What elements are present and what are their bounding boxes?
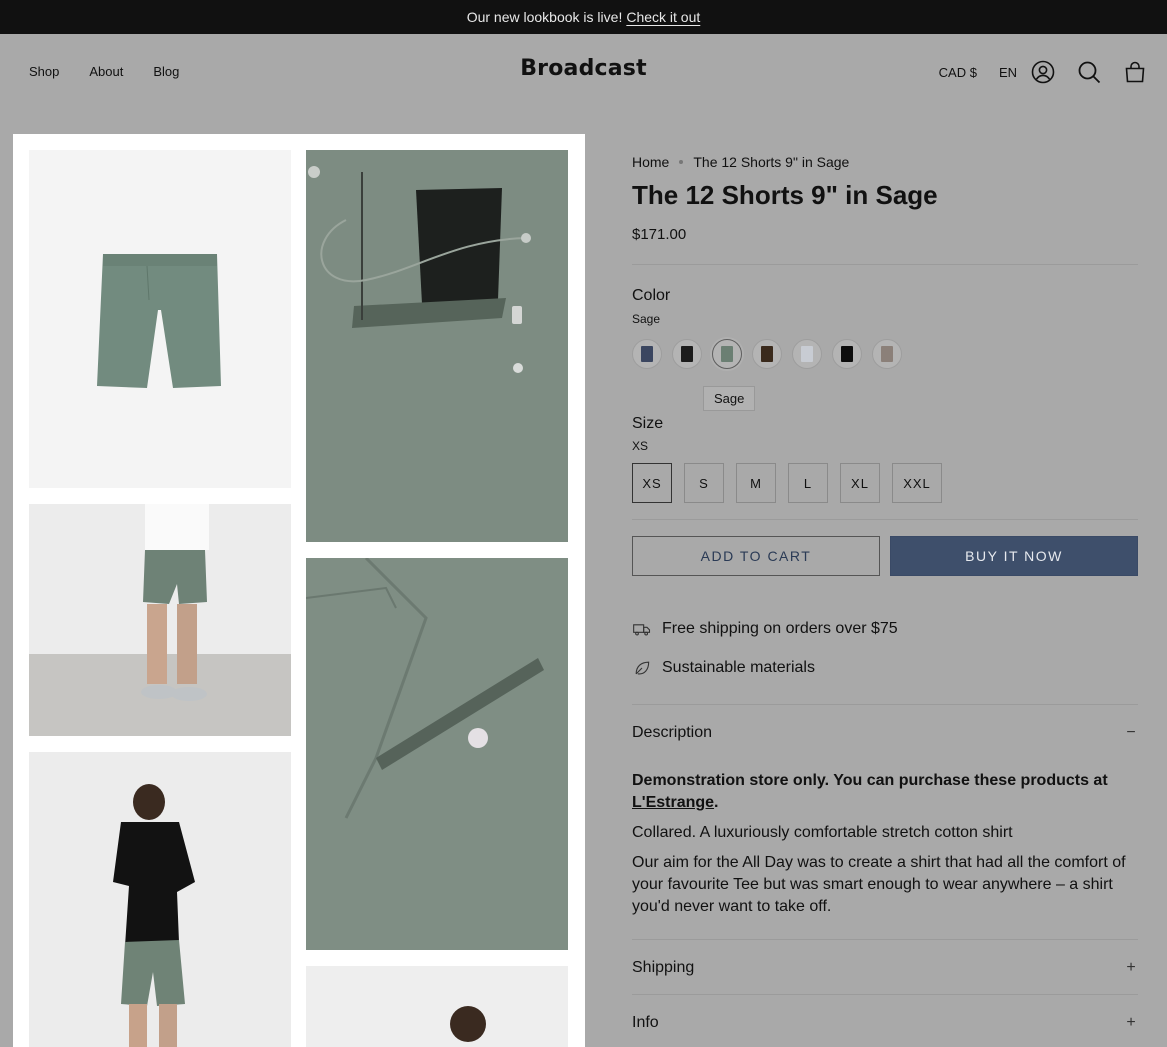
accordion-description-label: Description — [632, 724, 713, 741]
announcement-bar: Our new lookbook is live! Check it out — [0, 0, 1167, 34]
size-option-l[interactable]: L — [788, 463, 828, 503]
search-icon[interactable] — [1077, 60, 1101, 84]
breadcrumb-home[interactable]: Home — [632, 154, 669, 170]
cart-icon[interactable] — [1123, 60, 1147, 84]
header-utilities: CAD $ EN — [939, 60, 1147, 84]
description-notice-text: Demonstration store only. You can purcha… — [632, 772, 1108, 789]
size-option-s[interactable]: S — [684, 463, 724, 503]
truck-icon — [633, 624, 651, 636]
leaf-icon — [635, 661, 650, 675]
product-price: $171.00 — [632, 226, 687, 243]
announcement-text: Our new lookbook is live! — [466, 9, 623, 25]
product-image-back[interactable] — [29, 752, 291, 1047]
product-title: The 12 Shorts 9" in Sage — [632, 180, 938, 210]
description-notice: Demonstration store only. You can purcha… — [632, 770, 1138, 814]
breadcrumb-separator — [679, 160, 684, 164]
accordion-shipping-label: Shipping — [632, 959, 695, 976]
divider — [632, 994, 1138, 995]
product-image-detail-waist[interactable] — [306, 150, 568, 542]
accordion-info-label: Info — [632, 1014, 659, 1031]
add-to-cart-button[interactable]: ADD TO CART — [632, 536, 880, 576]
feature-sustainable: Sustainable materials — [632, 658, 815, 678]
minus-icon: − — [1126, 724, 1136, 741]
color-swatches — [632, 339, 902, 369]
swatch-charcoal[interactable] — [672, 339, 702, 369]
swatch-black[interactable] — [832, 339, 862, 369]
breadcrumb-current: The 12 Shorts 9" in Sage — [693, 154, 850, 170]
description-line-2: Collared. A luxuriously comfortable stre… — [632, 824, 1013, 841]
size-label: Size — [632, 415, 664, 432]
plus-icon: + — [1126, 1014, 1136, 1031]
currency-selector[interactable]: CAD $ — [939, 65, 977, 80]
divider — [632, 264, 1138, 265]
size-option-xs[interactable]: XS — [632, 463, 672, 503]
account-icon[interactable] — [1031, 60, 1055, 84]
size-option-xl[interactable]: XL — [840, 463, 880, 503]
product-image-detail-pocket[interactable] — [306, 558, 568, 950]
size-selected-value: XS — [632, 439, 649, 453]
size-option-xxl[interactable]: XXL — [892, 463, 942, 503]
product-image-side[interactable] — [29, 504, 291, 736]
color-selected-value: Sage — [632, 312, 661, 326]
swatch-navy[interactable] — [632, 339, 662, 369]
accordion-shipping[interactable]: Shipping + — [632, 959, 1138, 977]
product-gallery — [13, 134, 585, 1047]
swatch-taupe[interactable] — [872, 339, 902, 369]
feature-shipping: Free shipping on orders over $75 — [632, 619, 898, 639]
feature-sustainable-text: Sustainable materials — [662, 659, 815, 676]
description-store-link[interactable]: L'Estrange — [632, 794, 714, 811]
product-image-flat[interactable] — [29, 150, 291, 488]
swatch-sage[interactable] — [712, 339, 742, 369]
size-options: XS S M L XL XXL — [632, 463, 942, 503]
divider — [632, 519, 1138, 520]
accordion-info[interactable]: Info + — [632, 1014, 1138, 1032]
description-line-3: Our aim for the All Day was to create a … — [632, 854, 1126, 915]
language-selector[interactable]: EN — [999, 65, 1017, 80]
product-image-model[interactable] — [306, 966, 568, 1047]
description-body: Demonstration store only. You can purcha… — [632, 770, 1138, 926]
size-option-m[interactable]: M — [736, 463, 776, 503]
announcement-link[interactable]: Check it out — [626, 9, 700, 25]
breadcrumb: Home The 12 Shorts 9" in Sage — [632, 154, 849, 170]
plus-icon: + — [1126, 959, 1136, 976]
swatch-light-grey[interactable] — [792, 339, 822, 369]
swatch-brown[interactable] — [752, 339, 782, 369]
accordion-description[interactable]: Description − — [632, 724, 1138, 742]
description-notice-end: . — [714, 794, 719, 811]
feature-shipping-text: Free shipping on orders over $75 — [662, 620, 898, 637]
site-header: Shop About Blog Broadcast CAD $ EN — [0, 34, 1167, 110]
color-label: Color — [632, 287, 671, 304]
buy-now-button[interactable]: BUY IT NOW — [890, 536, 1138, 576]
color-tooltip: Sage — [703, 386, 756, 411]
divider — [632, 939, 1138, 940]
divider — [632, 704, 1138, 705]
